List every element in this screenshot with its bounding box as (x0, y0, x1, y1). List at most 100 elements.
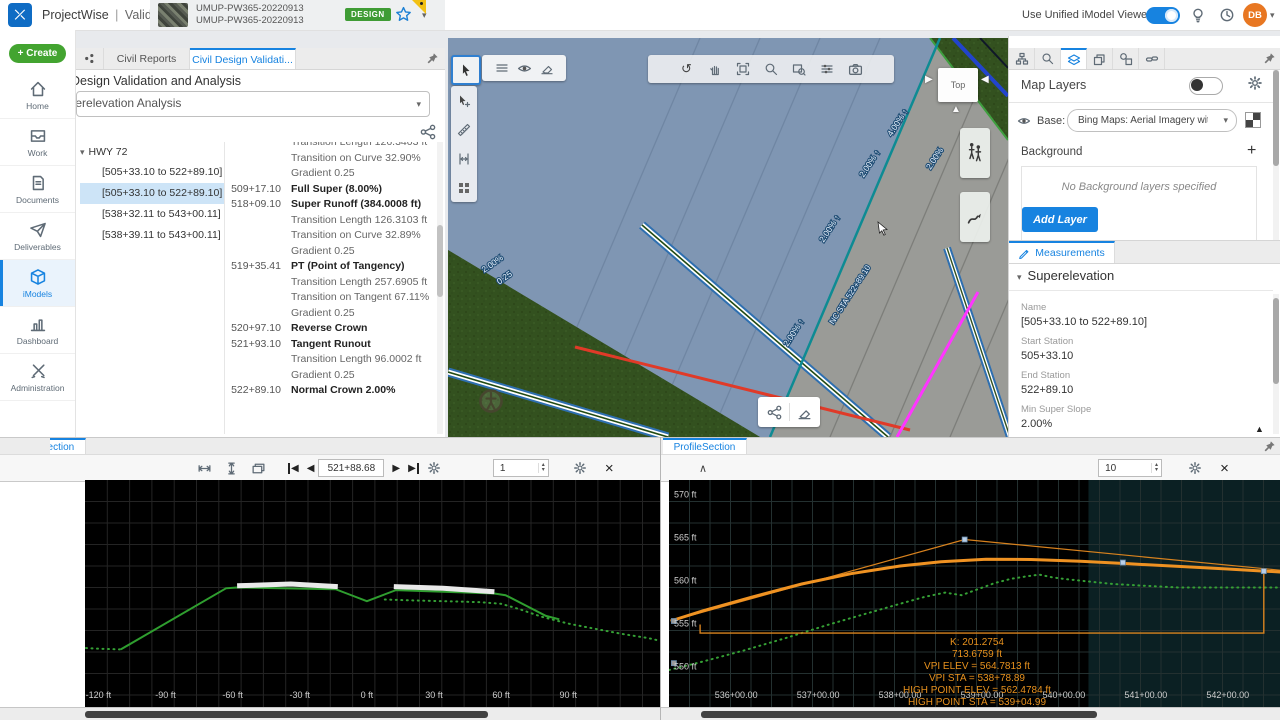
superelevation-section-header[interactable]: ▾Superelevation (1017, 268, 1114, 283)
tree-item-range[interactable]: [505+33.10 to 522+89.10] (80, 183, 224, 204)
view-cube-arrow-down-icon[interactable]: ▲ (951, 104, 961, 115)
base-transparency-icon[interactable] (1245, 112, 1261, 128)
select-tool-button[interactable] (451, 55, 481, 85)
report-row[interactable]: 522+89.10Normal Crown 2.00% (225, 384, 436, 399)
report-row[interactable]: 509+17.10Full Super (8.00%) (225, 183, 436, 198)
document-tab[interactable]: UMUP-PW365-20220913 UMUP-PW365-20220913 … (150, 0, 445, 30)
profile-hscroll[interactable] (661, 707, 1280, 720)
walk-tool-button[interactable] (960, 128, 990, 178)
analysis-type-select[interactable]: Superelevation Analysis ▾ (76, 91, 430, 117)
tab-views[interactable] (1087, 48, 1113, 69)
history-clock-icon[interactable] (1219, 7, 1235, 23)
close-profile-icon[interactable]: × (1220, 460, 1229, 477)
report-row[interactable]: Transition on Tangent 67.11% (225, 291, 436, 306)
tab-categories[interactable] (1113, 48, 1139, 69)
report-row[interactable]: Transition Length 96.0002 ft (225, 353, 436, 368)
zoom-icon[interactable] (764, 62, 778, 76)
measurements-scrollbar[interactable] (1273, 294, 1279, 434)
scroll-up-arrow-icon[interactable]: ▲ (1255, 424, 1264, 434)
tab-links[interactable] (1139, 48, 1165, 69)
report-row[interactable]: Transition Length 126.3403 ft (225, 142, 436, 151)
view-count-spinner[interactable]: 1▴▾ (493, 459, 549, 477)
cross-section-chart[interactable]: -120 ft-90 ft-60 ft-30 ft0 ft30 ft60 ft9… (85, 480, 660, 707)
report-row[interactable]: Transition Length 126.3103 ft (225, 214, 436, 229)
pan-hand-icon[interactable] (708, 62, 722, 76)
last-station-button[interactable]: ▶ (404, 463, 419, 474)
tab-search[interactable] (1035, 48, 1061, 69)
pin-icon[interactable] (1263, 440, 1276, 453)
base-visibility-eye-icon[interactable] (1017, 114, 1031, 128)
sidebar-item-dashboard[interactable]: Dashboard (0, 307, 75, 354)
map-layers-settings-gear-icon[interactable] (1247, 75, 1263, 91)
report-row[interactable]: Gradient 0.25 (225, 167, 436, 182)
view-cube[interactable]: Top (938, 68, 978, 102)
report-row[interactable]: 519+35.41PT (Point of Tangency) (225, 260, 436, 275)
viewer-toggle[interactable] (1146, 7, 1180, 24)
clear-isolate-icon[interactable] (540, 61, 554, 75)
tab-civil-reports[interactable]: Civil Reports (104, 48, 190, 69)
report-row[interactable]: Gradient 0.25 (225, 245, 436, 260)
tab-civil-design-validation[interactable]: Civil Design Validati... (190, 48, 296, 69)
previous-station-button[interactable]: ◀ (303, 463, 319, 474)
close-cross-section-icon[interactable]: × (605, 460, 614, 477)
window-area-icon[interactable] (792, 62, 806, 76)
menu-icon[interactable] (495, 61, 509, 75)
base-map-select[interactable]: Bing Maps: Aerial Imagery with la... ▾ (1067, 109, 1237, 132)
tree-item-range[interactable]: [505+33.10 to 522+89.10] (80, 162, 224, 183)
vertical-exaggeration-spinner[interactable]: 10▴▾ (1098, 459, 1162, 477)
favorite-star-icon[interactable] (395, 6, 412, 23)
profile-chart[interactable]: 536+00.00537+00.00538+00.00539+00.00540+… (669, 480, 1280, 707)
tab-profile-section[interactable]: ProfileSection (663, 438, 747, 455)
report-row[interactable]: Gradient 0.25 (225, 369, 436, 384)
pin-icon[interactable] (1263, 52, 1276, 65)
sidebar-item-deliverables[interactable]: Deliverables (0, 213, 75, 260)
report-row[interactable]: Transition Length 257.6905 ft (225, 276, 436, 291)
sidebar-item-imodels[interactable]: iModels (0, 260, 75, 307)
report-row[interactable]: Gradient 0.25 (225, 307, 436, 322)
link-selection-icon[interactable] (420, 124, 436, 140)
view-cube-arrow-left-icon[interactable]: ▶ (925, 74, 933, 85)
fit-view-icon[interactable] (736, 62, 750, 76)
rotate-view-icon[interactable]: ↺ (680, 62, 694, 76)
station-settings-gear-icon[interactable] (427, 461, 441, 475)
create-button[interactable]: + Create (9, 44, 66, 63)
first-station-button[interactable]: ◀ (288, 463, 303, 474)
tab-cross-section[interactable]: CrossSection (50, 438, 86, 455)
map-layers-toggle[interactable] (1189, 77, 1223, 95)
report-row[interactable]: 518+09.10Super Runoff (384.0008 ft) (225, 198, 436, 213)
compass-icon[interactable] (478, 388, 504, 414)
saved-views-camera-icon[interactable] (848, 62, 863, 77)
tree-item-range[interactable]: [538+32.11 to 543+00.11] (80, 204, 224, 225)
add-background-plus[interactable]: + (1247, 142, 1256, 160)
sidebar-item-administration[interactable]: Administration (0, 354, 75, 401)
measure-distance-icon[interactable] (457, 123, 471, 137)
station-input[interactable]: 521+88.68 (318, 459, 384, 477)
report-row[interactable]: 521+93.10Tangent Runout (225, 338, 436, 353)
user-menu-caret-icon[interactable]: ▾ (1270, 10, 1275, 21)
tab-map-layers[interactable] (1061, 48, 1087, 69)
add-layer-button[interactable]: Add Layer (1022, 207, 1098, 232)
map-viewport[interactable]: 4.00% ↑2.00% ↑2.00%2.00% ↑2.00% ↑NC STA … (448, 38, 1008, 437)
pin-icon[interactable] (426, 52, 439, 65)
fit-width-icon[interactable] (197, 461, 212, 476)
tree-root[interactable]: ▾HWY 72 (80, 142, 224, 162)
tab-hierarchy[interactable] (1009, 48, 1035, 69)
section-pattern-icon[interactable] (457, 181, 471, 195)
visibility-eye-icon[interactable] (517, 61, 532, 76)
section-slides-icon[interactable] (251, 461, 266, 476)
sidebar-item-documents[interactable]: Documents (0, 166, 75, 213)
report-row[interactable]: Transition on Curve 32.90% (225, 152, 436, 167)
clear-measure-icon[interactable] (797, 405, 812, 420)
tab-measurements[interactable]: Measurements (1009, 241, 1115, 263)
projectwise-logo-icon[interactable]: ⤫ (8, 3, 32, 27)
measure-between-icon[interactable] (457, 152, 471, 166)
right-panel-scrollbar[interactable] (1273, 70, 1279, 246)
view-settings-icon[interactable] (820, 62, 834, 76)
tree-item-range[interactable]: [538+39.11 to 543+00.11] (80, 225, 224, 246)
ideas-bulb-icon[interactable] (1190, 7, 1206, 23)
sidebar-item-work[interactable]: Work (0, 119, 75, 166)
share-icon[interactable] (767, 405, 782, 420)
next-station-button[interactable]: ▶ (388, 463, 404, 474)
collapse-profile-icon[interactable]: ∧ (699, 462, 707, 475)
profile-settings-gear-icon[interactable] (1188, 461, 1202, 475)
